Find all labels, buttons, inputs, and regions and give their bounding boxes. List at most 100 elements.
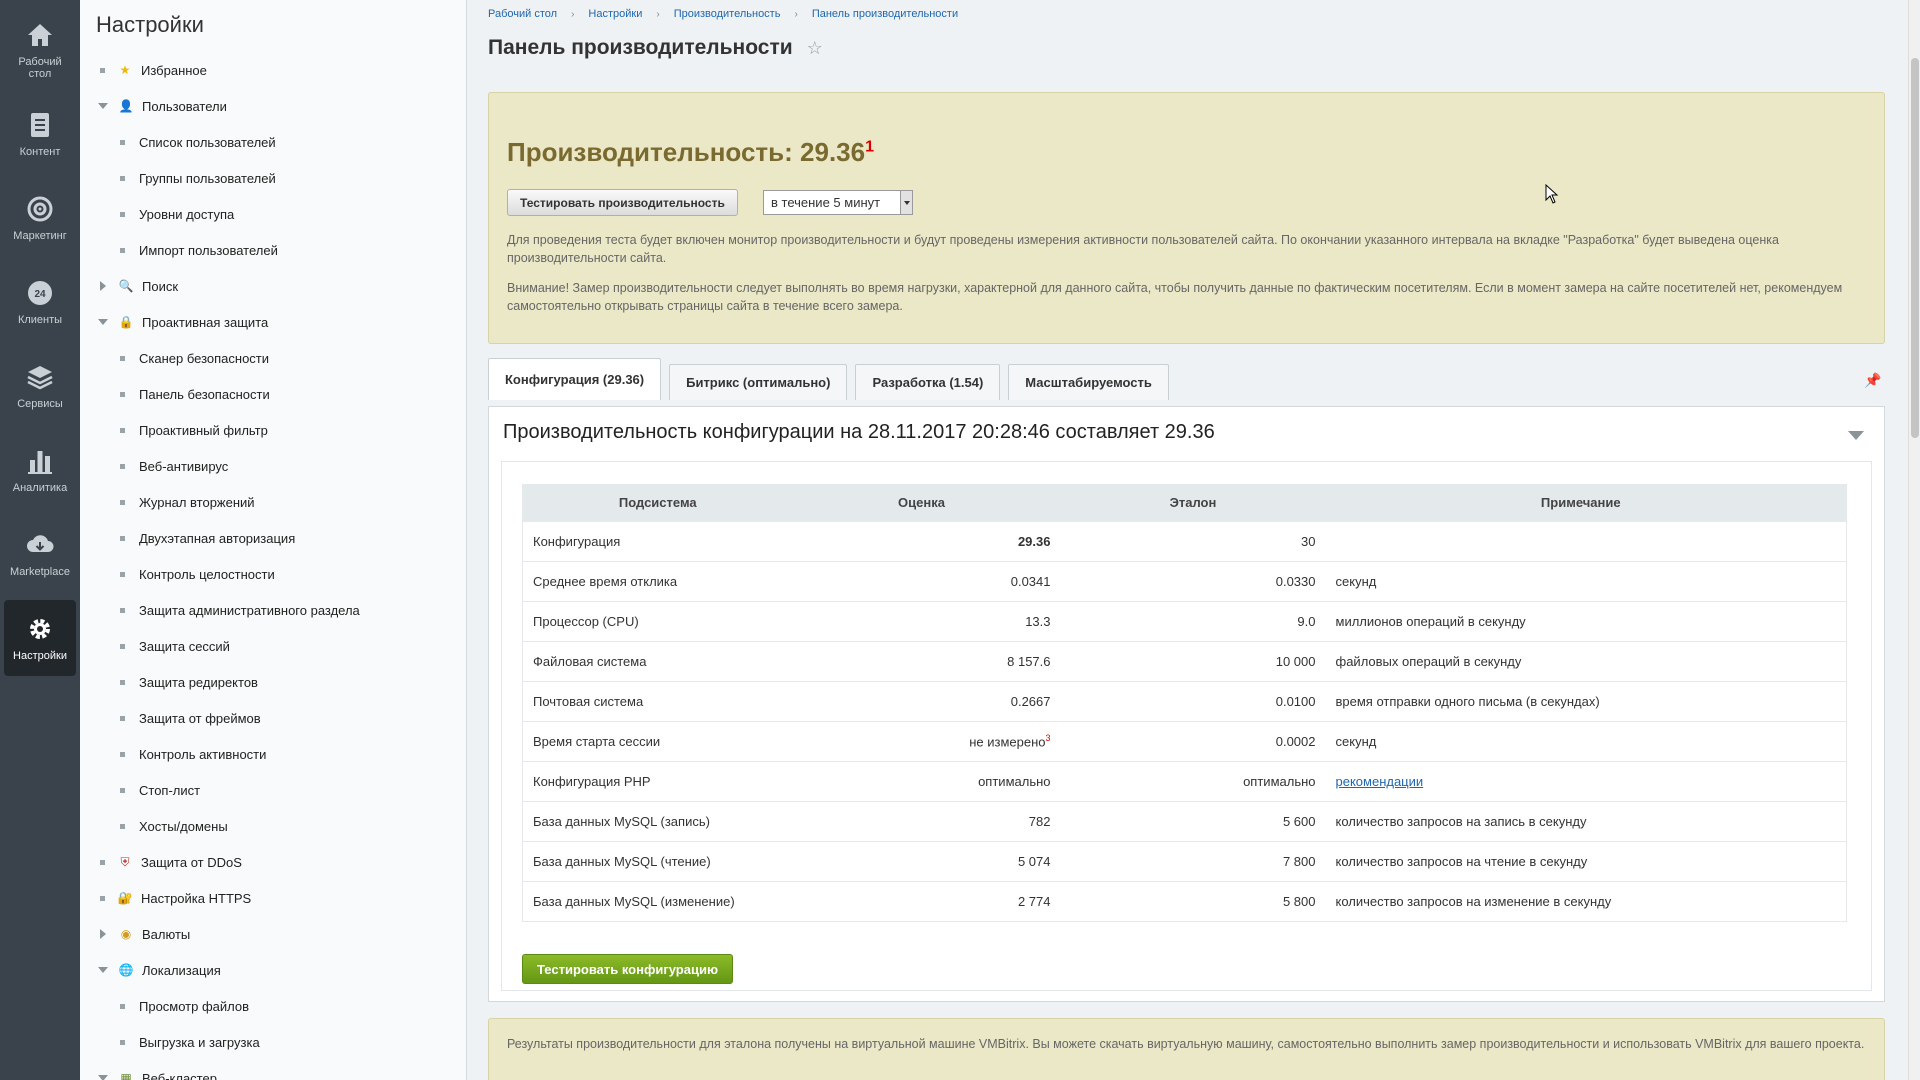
table-row: Файловая система 8 157.6 10 000 файловых оп… — [522, 640, 1847, 681]
test-performance-button[interactable]: Тестировать производительность — [507, 189, 738, 216]
clients-24-icon: 24 — [28, 281, 52, 305]
bullet-icon — [120, 1003, 125, 1009]
performance-warning-text: Внимание! Замер производительности следу… — [507, 281, 1843, 313]
breadcrumb-item-settings[interactable]: Настройки — [588, 8, 642, 20]
sidebar-item-label: Контроль активности — [139, 746, 267, 762]
rail-item-services[interactable]: Сервисы — [0, 344, 80, 428]
chevron-down-icon[interactable] — [98, 319, 108, 325]
sidebar-item-17[interactable]: Защита редиректов — [80, 664, 466, 700]
sidebar-item-25[interactable]: 🌐 Локализация — [80, 952, 466, 988]
score-cell: 13.3 — [792, 600, 1051, 641]
chevron-down-icon[interactable] — [98, 1075, 108, 1080]
bullet-icon[interactable] — [100, 67, 105, 73]
sidebar-item-14[interactable]: Контроль целостности — [80, 556, 466, 592]
sidebar-item-3[interactable]: Группы пользователей — [80, 160, 466, 196]
note-cell: секунд — [1315, 720, 1847, 761]
test-configuration-button[interactable]: Тестировать конфигурацию — [522, 954, 734, 984]
page-scrollbar[interactable] — [1908, 0, 1920, 1080]
sidebar-item-12[interactable]: Журнал вторжений — [80, 484, 466, 520]
column-header: Подсистема — [522, 484, 793, 521]
sidebar-item-9[interactable]: Панель безопасности — [80, 376, 466, 412]
mouse-cursor-icon — [1545, 184, 1559, 204]
rail-item-marketing[interactable]: Маркетинг — [0, 176, 80, 260]
tab-bitrix[interactable]: Битрикс (оптимально) — [669, 364, 848, 400]
score-cell-text: 29.36 — [1017, 533, 1051, 549]
rail-label: Маркетинг — [13, 230, 67, 242]
sidebar-item-28[interactable]: ▦ Веб-кластер — [80, 1060, 466, 1080]
note-cell-text: секунд — [1335, 573, 1377, 589]
note-cell: время отправки одного письма (в секундах… — [1315, 680, 1847, 721]
main-content: Рабочий стол › Настройки › Производитель… — [468, 0, 1908, 1080]
document-icon — [31, 113, 49, 137]
subsystem-cell-text: Время старта сессии — [533, 733, 661, 749]
sidebar-item-5[interactable]: Импорт пользователей — [80, 232, 466, 268]
sidebar-item-24[interactable]: ◉ Валюты — [80, 916, 466, 952]
sidebar-item-4[interactable]: Уровни доступа — [80, 196, 466, 232]
sidebar-item-11[interactable]: Веб-антивирус — [80, 448, 466, 484]
sidebar-item-10[interactable]: Проактивный фильтр — [80, 412, 466, 448]
subsystem-cell-text: Конфигурация — [533, 533, 621, 549]
reference-cell: 0.0100 — [1050, 680, 1316, 721]
globe-icon: 🌐 — [118, 963, 134, 977]
pin-icon[interactable]: 📌 — [1864, 372, 1881, 389]
note-cell-text: количество запросов на запись в секунду — [1335, 813, 1587, 829]
sidebar-item-19[interactable]: Контроль активности — [80, 736, 466, 772]
chevron-down-icon[interactable] — [98, 967, 108, 973]
bullet-icon — [120, 391, 125, 397]
note-cell-text: время отправки одного письма (в секундах… — [1335, 693, 1600, 709]
tab-development[interactable]: Разработка (1.54) — [855, 364, 1001, 400]
rail-item-settings[interactable]: Настройки — [4, 600, 76, 676]
sidebar-item-label: Группы пользователей — [139, 170, 276, 186]
subsystem-cell: База данных MySQL (изменение) — [522, 880, 793, 922]
sidebar-item-20[interactable]: Стоп-лист — [80, 772, 466, 808]
sidebar-item-6[interactable]: 🔍 Поиск — [80, 268, 466, 304]
sidebar-item-label: Проактивная защита — [142, 314, 269, 330]
bullet-icon[interactable] — [100, 895, 105, 901]
sidebar-item-27[interactable]: Выгрузка и загрузка — [80, 1024, 466, 1060]
sidebar-item-18[interactable]: Защита от фреймов — [80, 700, 466, 736]
sidebar-item-8[interactable]: Сканер безопасности — [80, 340, 466, 376]
tab-configuration[interactable]: Конфигурация (29.36) — [488, 358, 662, 400]
scrollbar-thumb[interactable] — [1911, 58, 1919, 438]
rail-item-desktop[interactable]: Рабочий стол — [0, 8, 80, 92]
sidebar-item-22[interactable]: ⛨ Защита от DDoS — [80, 844, 466, 880]
sidebar-item-7[interactable]: 🔒 Проактивная защита — [80, 304, 466, 340]
favorite-star-icon[interactable]: ☆ — [807, 38, 823, 59]
breadcrumb-item-desktop[interactable]: Рабочий стол — [488, 8, 557, 20]
sidebar-item-label: Двухэтапная авторизация — [139, 530, 296, 546]
collapse-icon[interactable] — [1848, 431, 1864, 440]
chevron-right-icon[interactable] — [100, 281, 106, 291]
recommendations-link[interactable]: рекомендации — [1336, 774, 1424, 789]
bullet-icon[interactable] — [100, 859, 105, 865]
tab-scalability[interactable]: Масштабируемость — [1008, 364, 1169, 400]
bullet-icon — [120, 715, 125, 721]
performance-tabs: Конфигурация (29.36) Битрикс (оптимально… — [488, 358, 1177, 400]
bullet-icon — [120, 175, 125, 181]
sidebar-item-21[interactable]: Хосты/домены — [80, 808, 466, 844]
sidebar-item-label: Стоп-лист — [139, 782, 201, 798]
subsystem-cell: Файловая система — [522, 640, 793, 681]
rail-item-clients[interactable]: 24 Клиенты — [0, 260, 80, 344]
duration-select[interactable]: в течение 5 минут — [763, 190, 913, 215]
sidebar-item-15[interactable]: Защита административного раздела — [80, 592, 466, 628]
subsystem-cell: Почтовая система — [522, 680, 793, 721]
note-cell: миллионов операций в секунду — [1315, 600, 1847, 641]
bullet-icon — [120, 499, 125, 505]
rail-item-analytics[interactable]: Аналитика — [0, 428, 80, 512]
breadcrumb-item-perf-panel[interactable]: Панель производительности — [812, 8, 958, 20]
note-cell-text: секунд — [1335, 733, 1377, 749]
bullet-icon — [120, 787, 125, 793]
chevron-right-icon[interactable] — [100, 929, 106, 939]
rail-item-marketplace[interactable]: Marketplace — [0, 512, 80, 596]
breadcrumb-item-performance[interactable]: Производительность — [674, 8, 781, 20]
sidebar-item-26[interactable]: Просмотр файлов — [80, 988, 466, 1024]
sidebar-item-16[interactable]: Защита сессий — [80, 628, 466, 664]
rail-item-content[interactable]: Контент — [0, 92, 80, 176]
chevron-down-icon[interactable] — [98, 103, 108, 109]
sidebar-item-1[interactable]: 👤 Пользователи — [80, 88, 466, 124]
sidebar-item-23[interactable]: 🔐 Настройка HTTPS — [80, 880, 466, 916]
sidebar-item-0[interactable]: ★ Избранное — [80, 52, 466, 88]
sidebar-item-2[interactable]: Список пользователей — [80, 124, 466, 160]
reference-cell-text: 0.0002 — [1275, 733, 1316, 749]
sidebar-item-13[interactable]: Двухэтапная авторизация — [80, 520, 466, 556]
